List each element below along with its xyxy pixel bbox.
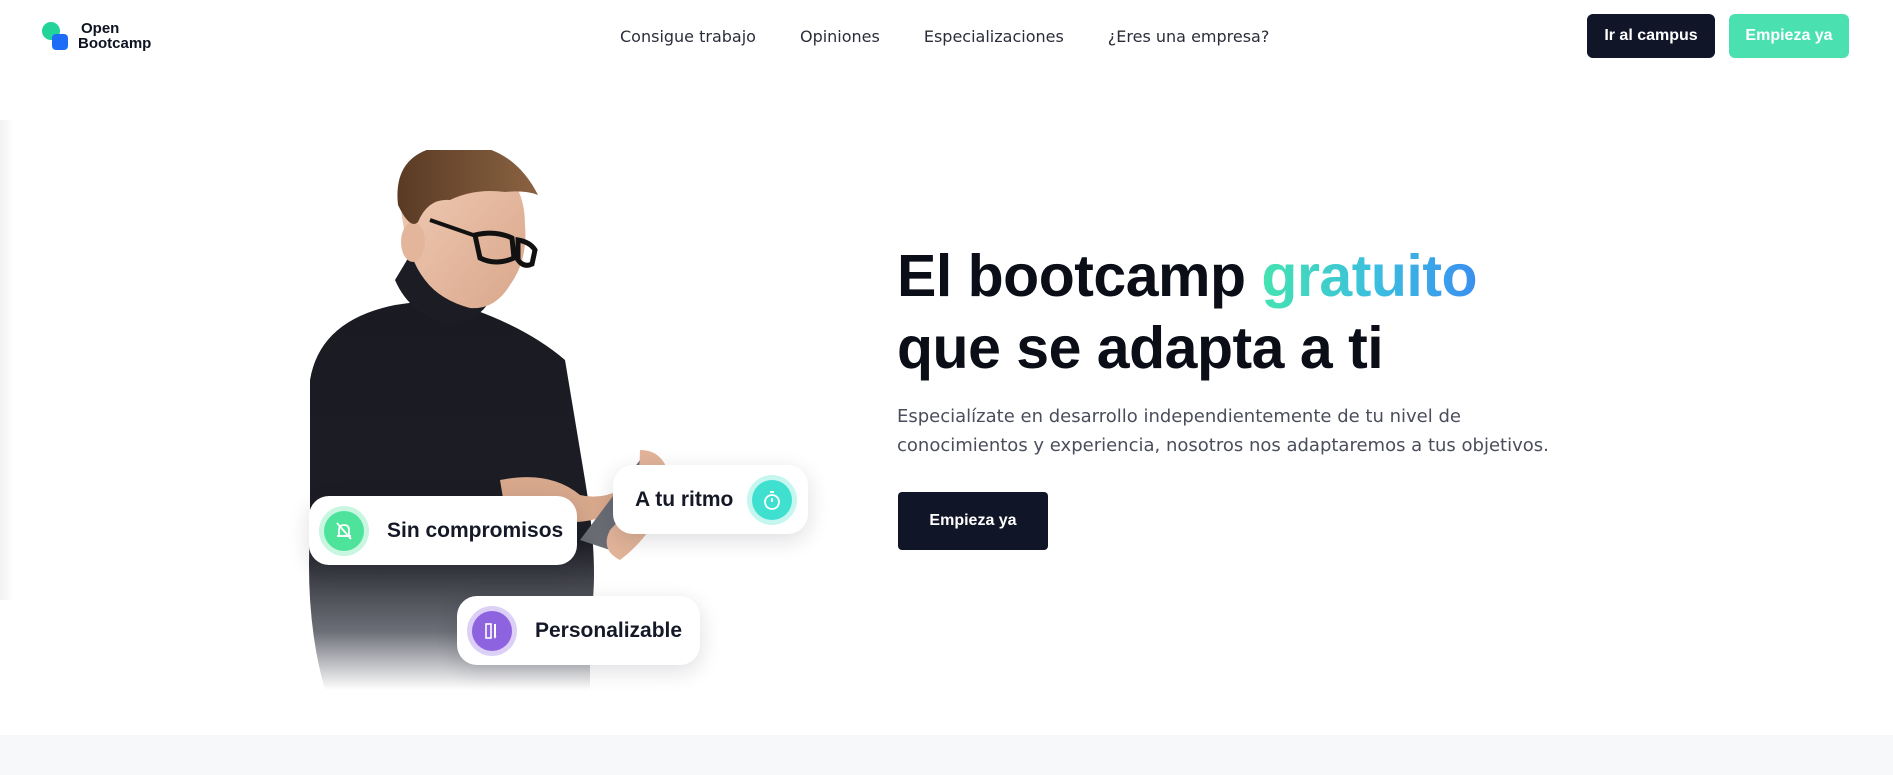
hero-title-line2: que se adapta a ti <box>897 315 1384 381</box>
nav-item-eres-una-empresa[interactable]: ¿Eres una empresa? <box>1108 27 1270 46</box>
hero-title-part1: El bootcamp <box>897 243 1262 309</box>
no-bell-icon <box>319 505 369 556</box>
hero-subtitle-line2: conocimientos y experiencia, nosotros no… <box>897 435 1549 456</box>
feature-card-sin-compromisos: Sin compromisos <box>309 496 577 565</box>
feature-card-a-tu-ritmo: A tu ritmo <box>613 465 808 534</box>
feature-label: Personalizable <box>535 618 683 642</box>
hero-subtitle: Especialízate en desarrollo independient… <box>897 402 1577 460</box>
feature-card-personalizable: Personalizable <box>457 596 700 665</box>
nav-item-especializaciones[interactable]: Especializaciones <box>924 27 1064 46</box>
nav-item-consigue-trabajo[interactable]: Consigue trabajo <box>620 27 756 46</box>
site-header: Open Bootcamp Consigue trabajo Opiniones… <box>0 0 1893 72</box>
brand-logo[interactable]: Open Bootcamp <box>42 18 172 54</box>
go-to-campus-button[interactable]: Ir al campus <box>1587 14 1715 58</box>
main-nav: Consigue trabajo Opiniones Especializaci… <box>620 22 1269 50</box>
hero-title: El bootcamp gratuito que se adapta a ti <box>897 240 1697 384</box>
hero-subtitle-line1: Especialízate en desarrollo independient… <box>897 406 1461 427</box>
hero-title-highlight: gratuito <box>1261 243 1478 309</box>
edge-shadow <box>0 120 14 600</box>
tools-icon <box>467 605 517 656</box>
logo-text: Open Bootcamp <box>78 20 152 52</box>
feature-label: Sin compromisos <box>387 518 564 542</box>
logo-mark-icon <box>42 20 72 52</box>
next-section-band <box>0 735 1893 775</box>
stopwatch-icon <box>747 474 798 525</box>
hero-start-button[interactable]: Empieza ya <box>898 492 1048 550</box>
nav-item-opiniones[interactable]: Opiniones <box>800 27 880 46</box>
header-start-button[interactable]: Empieza ya <box>1729 14 1849 58</box>
feature-label: A tu ritmo <box>635 487 734 511</box>
